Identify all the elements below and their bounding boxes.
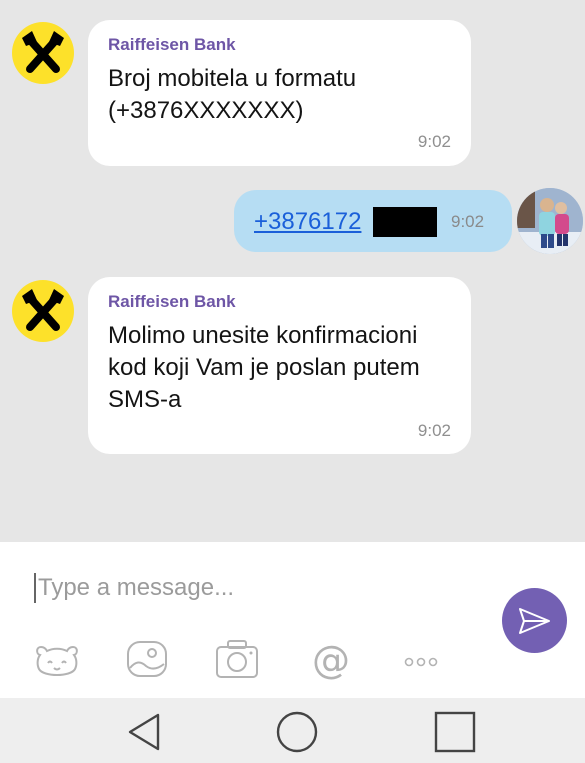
- message-line: Molimo unesite konfirmacioni: [108, 322, 418, 349]
- message-bubble-outgoing[interactable]: +3876172 9:02: [234, 190, 512, 252]
- chat-area: Raiffeisen Bank Broj mobitela u formatu …: [0, 0, 585, 542]
- message-text: Molimo unesite konfirmacioni kod koji Va…: [108, 320, 420, 416]
- message-time: 9:02: [451, 212, 485, 231]
- raiffeisen-logo-icon: [22, 31, 64, 73]
- redaction-box: [373, 207, 437, 237]
- message-line: kod koji Vam je poslan putem: [108, 354, 420, 381]
- raiffeisen-logo-icon: [22, 289, 64, 331]
- bank-avatar[interactable]: [12, 22, 74, 84]
- message-line: SMS-a: [108, 386, 182, 413]
- gallery-icon[interactable]: [124, 638, 170, 680]
- text-cursor: [34, 573, 36, 603]
- home-icon[interactable]: [274, 709, 320, 755]
- phone-link[interactable]: +3876172: [254, 208, 361, 236]
- user-avatar[interactable]: [517, 188, 583, 254]
- user-photo-icon: [517, 188, 583, 254]
- send-icon: [519, 608, 550, 634]
- message-bubble-incoming[interactable]: Raiffeisen Bank Broj mobitela u formatu …: [88, 20, 471, 166]
- send-button[interactable]: [502, 588, 567, 653]
- sender-name: Raiffeisen Bank: [108, 35, 236, 54]
- sender-name: Raiffeisen Bank: [108, 292, 236, 311]
- system-navbar: [0, 698, 585, 763]
- back-icon[interactable]: [122, 709, 168, 755]
- message-input[interactable]: Type a message...: [38, 574, 234, 602]
- message-text: Broj mobitela u formatu (+3876XXXXXXX): [108, 63, 356, 127]
- camera-icon[interactable]: [214, 638, 260, 680]
- message-time: 9:02: [417, 421, 451, 440]
- svg-text:@: @: [312, 638, 350, 680]
- message-line: Broj mobitela u formatu: [108, 65, 357, 92]
- message-bubble-incoming[interactable]: Raiffeisen Bank Molimo unesite konfirmac…: [88, 277, 471, 454]
- more-icon[interactable]: [398, 638, 444, 680]
- bank-avatar[interactable]: [12, 280, 74, 342]
- message-line: (+3876XXXXXXX): [108, 97, 304, 124]
- mention-icon[interactable]: @: [308, 638, 354, 680]
- message-time: 9:02: [417, 132, 451, 151]
- sticker-icon[interactable]: [34, 638, 80, 680]
- recents-icon[interactable]: [432, 709, 478, 755]
- message-composer: Type a message... @: [0, 542, 585, 698]
